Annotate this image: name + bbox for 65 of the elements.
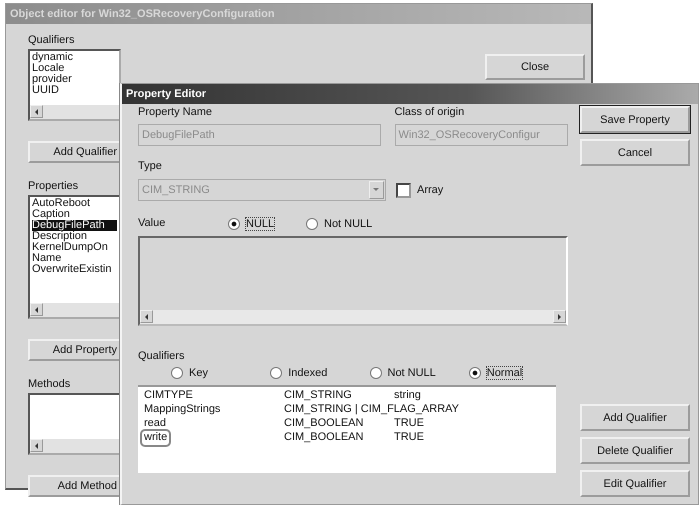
table-cell[interactable]: string	[394, 389, 421, 403]
cancel-button[interactable]: Cancel	[580, 139, 690, 166]
table-cell[interactable]: CIM_BOOLEAN	[284, 417, 364, 431]
list-label: Properties	[28, 180, 80, 193]
horizontal-scrollbar[interactable]	[30, 105, 119, 119]
horizontal-scrollbar[interactable]	[30, 439, 119, 453]
close-button[interactable]: Close	[485, 54, 585, 80]
horizontal-scrollbar[interactable]	[30, 303, 119, 317]
list-item[interactable]: OverwriteExistin	[32, 264, 117, 275]
table-cell[interactable]: read	[144, 417, 166, 431]
value-field[interactable]	[138, 236, 568, 326]
window-title: Property Editor	[122, 84, 698, 104]
radio-button[interactable]	[171, 367, 183, 379]
table-cell[interactable]: CIM_STRING	[284, 389, 352, 403]
list-item[interactable]: Description	[32, 231, 117, 242]
radio-button[interactable]	[468, 367, 481, 379]
scroll-left-icon[interactable]	[140, 310, 153, 323]
section-label: Qualifiers	[138, 350, 186, 363]
radio-label[interactable]: Not NULL	[324, 218, 372, 230]
radio-label[interactable]: Indexed	[288, 367, 328, 379]
list-label: Methods	[28, 378, 72, 391]
list-item[interactable]: Locale	[32, 63, 117, 74]
table-cell[interactable]: CIM_STRING | CIM_FLAG_ARRAY	[284, 403, 460, 417]
add-qualifier-button[interactable]: Add Qualifier	[28, 141, 121, 163]
save-property-button[interactable]: Save Property	[580, 106, 690, 133]
scroll-right-icon[interactable]	[553, 310, 566, 323]
radio-button[interactable]	[370, 367, 382, 379]
delete-qualifier-button[interactable]: Delete Qualifier	[580, 437, 690, 464]
radio-label[interactable]: Key	[189, 367, 208, 379]
table-cell[interactable]: CIM_BOOLEAN	[284, 431, 364, 445]
field-label: Value	[138, 217, 166, 230]
scroll-left-icon[interactable]	[30, 439, 43, 452]
scroll-left-icon[interactable]	[30, 303, 43, 316]
radio-label[interactable]: Not NULL	[388, 367, 436, 379]
table-cell[interactable]: CIMTYPE	[144, 389, 193, 403]
field-label: Class of origin	[394, 106, 466, 119]
field-label: Property Name	[138, 106, 213, 119]
horizontal-scrollbar[interactable]	[140, 310, 566, 324]
list-item[interactable]: KernelDumpOn	[32, 242, 117, 253]
radio-button[interactable]	[270, 367, 282, 379]
list-label: Qualifiers	[28, 34, 76, 47]
table-cell[interactable]: write	[142, 431, 170, 445]
checkbox-label[interactable]: Array	[417, 184, 444, 196]
list-item[interactable]: UUID	[32, 85, 117, 96]
list-item[interactable]: DebugFilePath	[32, 220, 117, 231]
list-item[interactable]: provider	[32, 74, 117, 85]
radio-button[interactable]	[306, 218, 318, 230]
table-cell[interactable]: TRUE	[394, 431, 424, 445]
list-item[interactable]: Name	[32, 253, 117, 264]
radio-button[interactable]	[228, 218, 240, 230]
field-label: Type	[138, 160, 163, 173]
radio-label[interactable]: NULL	[246, 218, 274, 230]
edit-qualifier-button[interactable]: Edit Qualifier	[580, 470, 690, 497]
list-item[interactable]: Caption	[32, 209, 117, 220]
list-item[interactable]: dynamic	[32, 52, 117, 63]
table-cell[interactable]: MappingStrings	[144, 403, 220, 417]
scroll-left-icon[interactable]	[30, 105, 43, 118]
add-qualifier-button[interactable]: Add Qualifier	[580, 404, 690, 431]
list-item[interactable]: AutoReboot	[32, 198, 117, 209]
add-property-button[interactable]: Add Property	[28, 339, 121, 361]
checkbox[interactable]	[396, 182, 411, 198]
radio-label[interactable]: Normal	[486, 367, 522, 379]
table-cell[interactable]: TRUE	[394, 417, 424, 431]
window-title: Object editor for Win32_OSRecoveryConfiguration	[6, 4, 591, 24]
add-method-button[interactable]: Add Method	[28, 475, 121, 497]
